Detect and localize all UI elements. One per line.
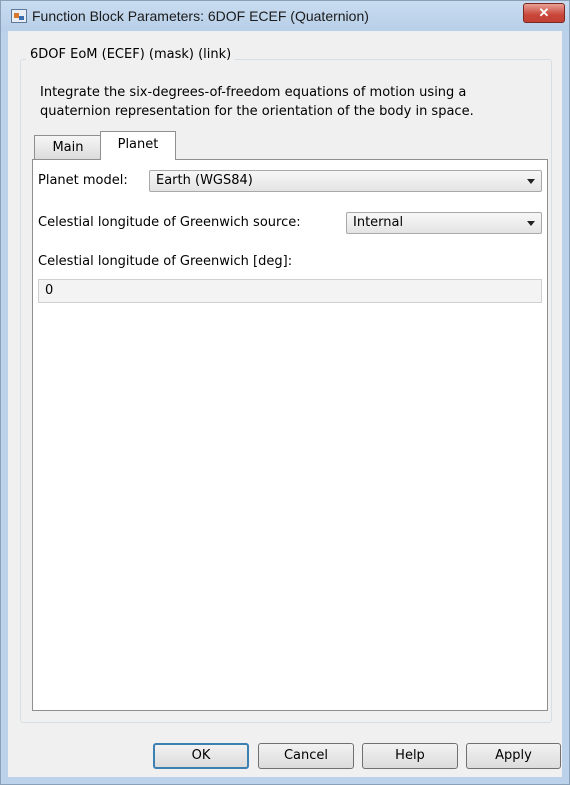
simulink-block-icon: [11, 9, 27, 23]
block-description: Integrate the six-degrees-of-freedom equ…: [40, 85, 474, 119]
dialog-window: Function Block Parameters: 6DOF ECEF (Qu…: [0, 0, 570, 785]
tab-main-label: Main: [52, 140, 84, 155]
greenwich-source-label: Celestial longitude of Greenwich source:: [38, 215, 301, 230]
tab-planet-label: Planet: [117, 137, 159, 152]
window-title: Function Block Parameters: 6DOF ECEF (Qu…: [32, 8, 369, 24]
greenwich-source-dropdown[interactable]: Internal: [346, 212, 542, 234]
chevron-down-icon: [527, 221, 535, 226]
close-button[interactable]: ✕: [523, 3, 565, 23]
close-icon: ✕: [538, 5, 550, 20]
planet-model-label: Planet model:: [38, 173, 128, 188]
ok-button[interactable]: OK: [153, 743, 249, 769]
chevron-down-icon: [527, 179, 535, 184]
tab-main[interactable]: Main: [34, 135, 102, 159]
greenwich-deg-label: Celestial longitude of Greenwich [deg]:: [38, 254, 293, 269]
title-bar[interactable]: Function Block Parameters: 6DOF ECEF (Qu…: [1, 1, 569, 31]
planet-model-dropdown[interactable]: Earth (WGS84): [149, 170, 542, 192]
dialog-body: 6DOF EoM (ECEF) (mask) (link) Integrate …: [8, 31, 562, 777]
cancel-button[interactable]: Cancel: [258, 743, 354, 769]
help-button[interactable]: Help: [362, 743, 458, 769]
greenwich-deg-input[interactable]: 0: [38, 279, 542, 303]
greenwich-deg-value: 0: [45, 283, 54, 298]
planet-tab-panel: [32, 159, 548, 711]
tab-planet[interactable]: Planet: [100, 131, 176, 160]
group-title: 6DOF EoM (ECEF) (mask) (link): [26, 47, 236, 62]
apply-button[interactable]: Apply: [466, 743, 561, 769]
greenwich-source-value: Internal: [353, 215, 404, 230]
planet-model-value: Earth (WGS84): [156, 173, 253, 188]
